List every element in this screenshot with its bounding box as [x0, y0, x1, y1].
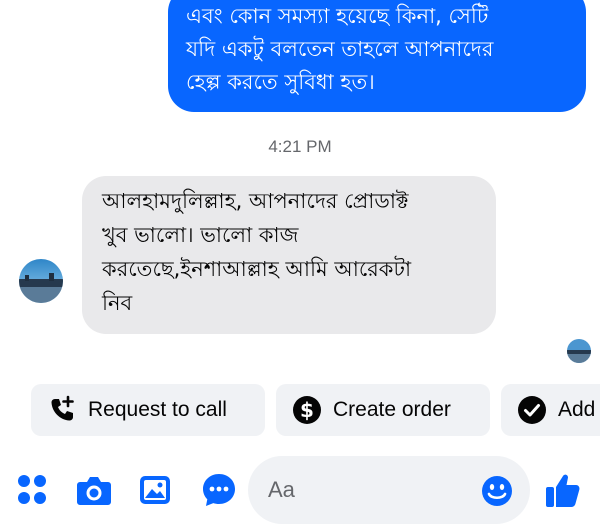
request-to-call-button[interactable]: Request to call	[31, 384, 265, 436]
message-input-placeholder: Aa	[268, 477, 295, 502]
incoming-message-text: আলহামদুলিল্লাহ, আপনাদের প্রোডাক্ট খুব ভা…	[102, 189, 412, 315]
contact-avatar[interactable]	[19, 259, 63, 303]
seen-receipt-avatar	[567, 339, 591, 363]
grid-dots-icon[interactable]	[17, 470, 47, 510]
gallery-icon[interactable]	[138, 470, 172, 510]
create-order-button[interactable]: $ Create order	[276, 384, 490, 436]
outgoing-message-text: এবং কোন সমস্যা হয়েছে কিনা, সেটি যদি একট…	[186, 4, 494, 94]
contact-avatar-image	[19, 259, 63, 303]
chat-bubble-icon[interactable]	[201, 470, 237, 510]
request-to-call-label: Request to call	[88, 398, 227, 421]
phone-plus-icon	[51, 395, 74, 421]
add-button[interactable]: Add	[501, 384, 600, 436]
seen-avatar-image	[567, 339, 591, 363]
check-circle-icon	[518, 396, 546, 424]
camera-icon[interactable]	[76, 470, 112, 510]
message-timestamp: 4:21 PM	[268, 137, 332, 156]
add-label: Add	[558, 398, 596, 421]
dollar-circle-icon: $	[293, 396, 321, 424]
svg-text:$: $	[300, 398, 314, 422]
thumbs-up-icon[interactable]	[544, 470, 582, 510]
emoji-icon[interactable]	[480, 474, 514, 508]
create-order-label: Create order	[333, 398, 451, 421]
